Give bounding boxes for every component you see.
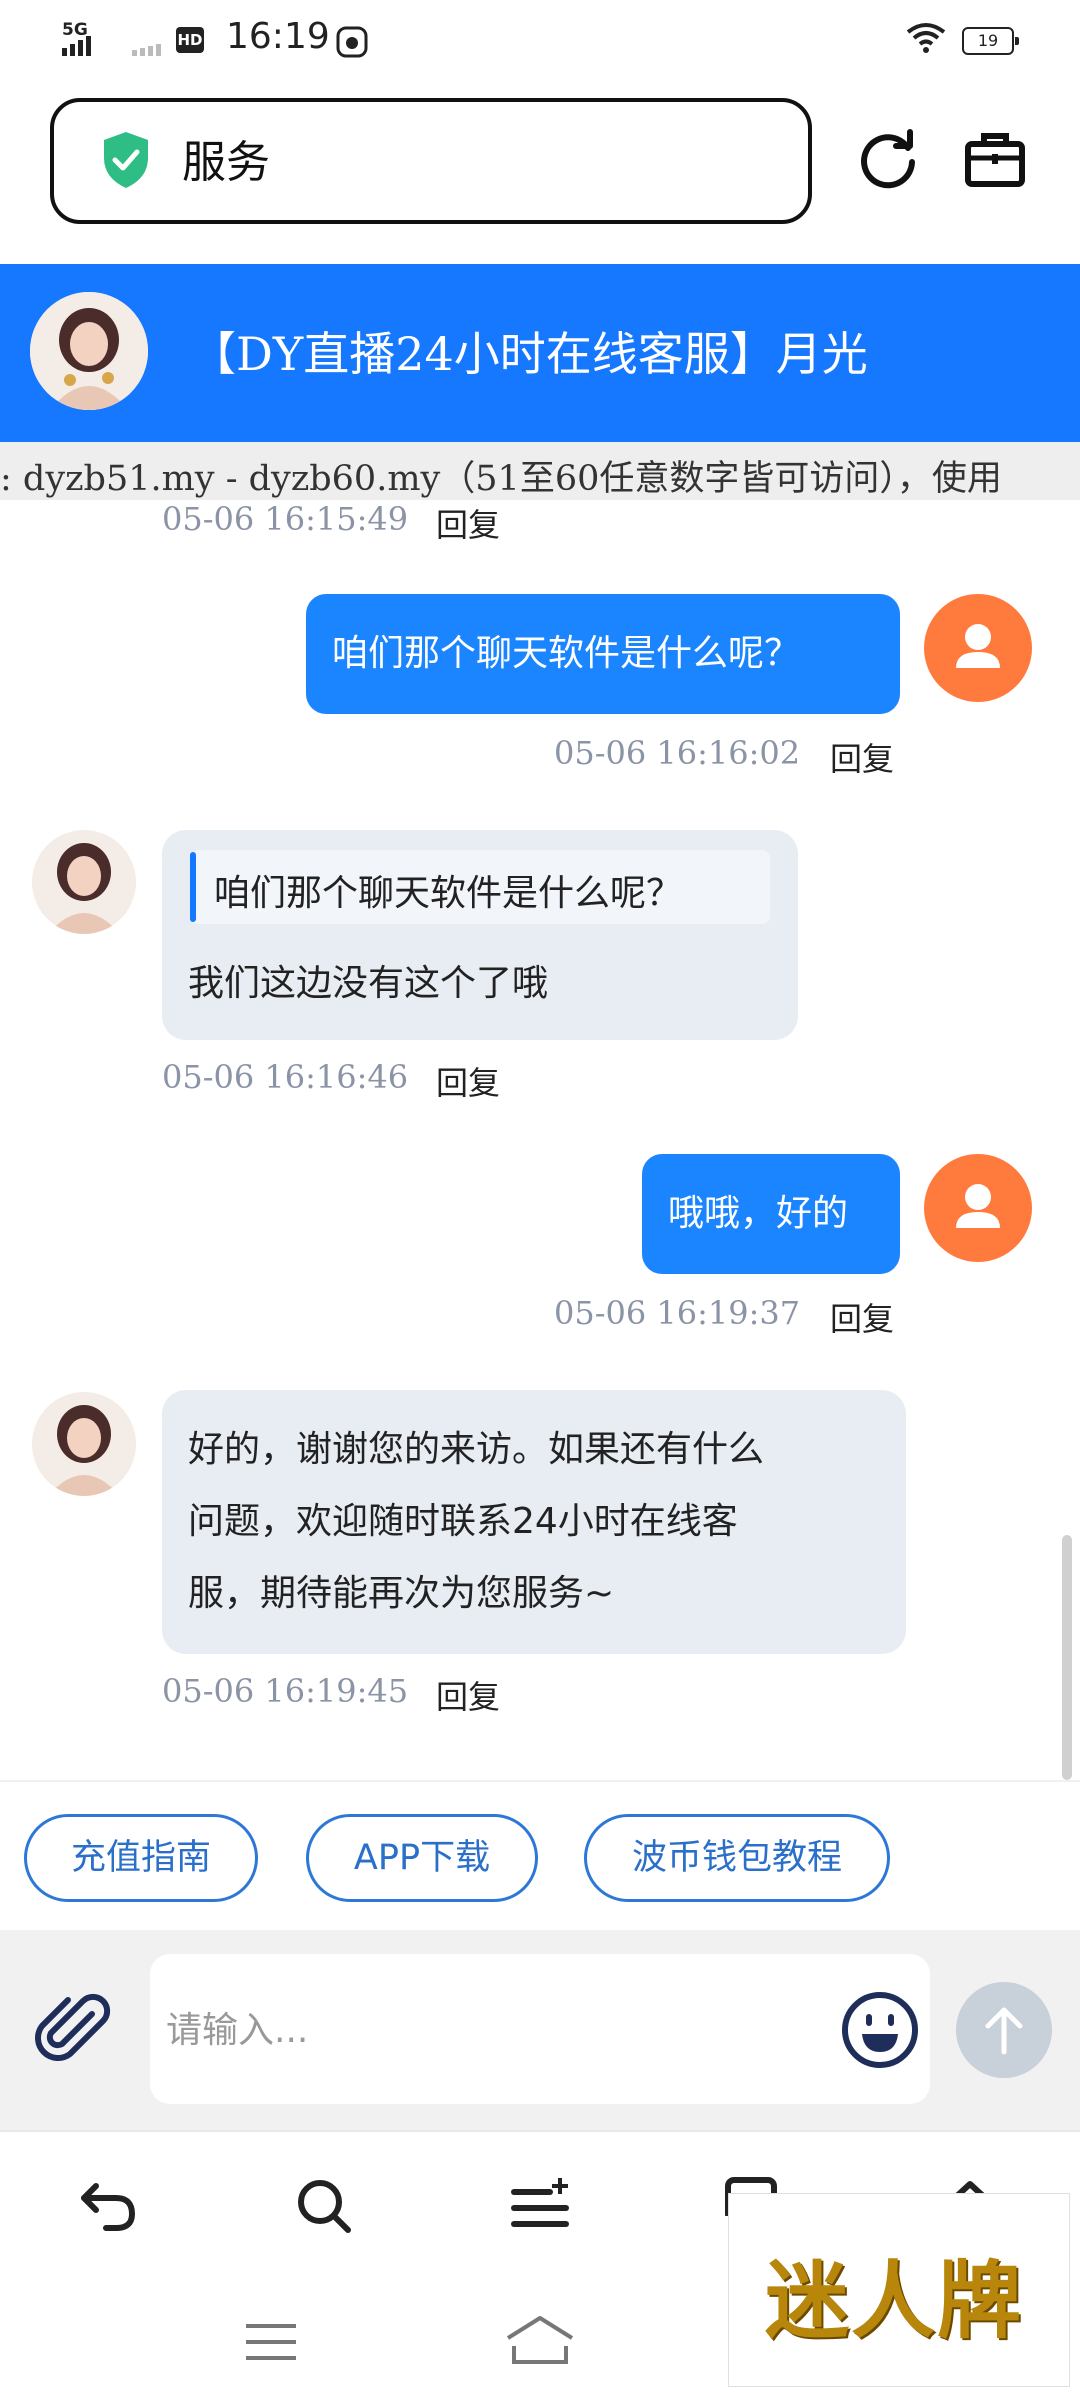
clock: 16:19 [226,16,330,57]
message-bubble-outgoing[interactable]: 咱们那个聊天软件是什么呢？ [306,594,900,714]
shield-check-icon [104,132,148,188]
reply-link[interactable]: 回复 [830,734,894,780]
battery-icon: 19 [962,27,1019,55]
chat-title: 【DY直播24小时在线客服】月光 [190,327,868,381]
message-text-line: 服，期待能再次为您服务~ [188,1573,615,1614]
message-input-bar [0,1930,1080,2130]
message-timestamp: 05-06 16:19:37 [554,1294,801,1332]
user-avatar [924,594,1032,702]
reply-link[interactable]: 回复 [436,1672,500,1718]
app-notification-icon [336,26,368,58]
menu-add-icon[interactable] [510,2176,572,2234]
message-input[interactable] [164,1994,808,2066]
agent-avatar [32,830,136,934]
quoted-text: 咱们那个聊天软件是什么呢？ [214,873,683,914]
reply-link[interactable]: 回复 [436,500,500,546]
signal-icon-secondary [132,44,161,56]
agent-avatar [30,292,148,410]
message-bubble-incoming[interactable]: 咱们那个聊天软件是什么呢？ 我们这边没有这个了哦 [162,830,798,1040]
user-icon [956,1184,1000,1228]
watermark-logo: 迷人牌 [728,2193,1070,2387]
message-input-wrapper [150,1954,930,2104]
search-icon[interactable] [294,2176,354,2236]
signal-icon [62,36,91,56]
quick-reply-recharge-guide[interactable]: 充值指南 [24,1814,258,1902]
quick-reply-wallet-tutorial[interactable]: 波币钱包教程 [584,1814,890,1902]
watermark-text: 迷人牌 [765,2251,1024,2350]
quick-reply-app-download[interactable]: APP下载 [306,1814,538,1902]
back-icon[interactable] [78,2180,138,2234]
message-timestamp: 05-06 16:15:49 [162,500,409,538]
message-text: 我们这边没有这个了哦 [188,963,549,1004]
scrollbar[interactable] [1062,1535,1072,1780]
quick-reply-bar: 充值指南 APP下载 波币钱包教程 [0,1780,1080,1932]
send-button[interactable] [956,1982,1052,2078]
arrow-up-icon [985,2007,1023,2055]
reply-link[interactable]: 回复 [830,1294,894,1340]
message-text-line: 好的，谢谢您的来访。如果还有什么 [188,1429,765,1470]
paperclip-icon[interactable] [34,1992,112,2070]
reply-link[interactable]: 回复 [436,1058,500,1104]
emoji-icon[interactable] [840,1990,920,2070]
address-bar[interactable]: 服务 [50,98,812,224]
message-text-line: 问题，欢迎随时联系24小时在线客 [188,1501,738,1542]
chat-header: 【DY直播24小时在线客服】月光 [0,264,1080,442]
agent-avatar [32,1392,136,1496]
address-text: 服务 [182,137,270,188]
toolbox-icon[interactable] [964,130,1026,188]
message-timestamp: 05-06 16:19:45 [162,1672,409,1710]
user-icon [956,624,1000,668]
status-bar: 5G HD 16:19 19 [0,0,1080,84]
reload-icon[interactable] [856,128,920,192]
message-bubble-incoming[interactable]: 好的，谢谢您的来访。如果还有什么 问题，欢迎随时联系24小时在线客 服，期待能再… [162,1390,906,1654]
hd-icon: HD [176,27,204,53]
message-bubble-outgoing[interactable]: 哦哦，好的 [642,1154,900,1274]
announcement-text: : dyzb51.my - dyzb60.my（51至60任意数字皆可访问），使… [0,459,1002,499]
quoted-message: 咱们那个聊天软件是什么呢？ [190,850,770,924]
recent-apps-icon[interactable] [244,2320,298,2364]
announcement-marquee: : dyzb51.my - dyzb60.my（51至60任意数字皆可访问），使… [0,442,1080,500]
chat-messages[interactable]: 05-06 16:15:49 回复 咱们那个聊天软件是什么呢？ 05-06 16… [0,500,1080,1780]
message-timestamp: 05-06 16:16:46 [162,1058,409,1096]
home-nav-icon[interactable] [504,2314,576,2366]
wifi-icon [906,23,946,53]
message-timestamp: 05-06 16:16:02 [554,734,801,772]
user-avatar [924,1154,1032,1262]
